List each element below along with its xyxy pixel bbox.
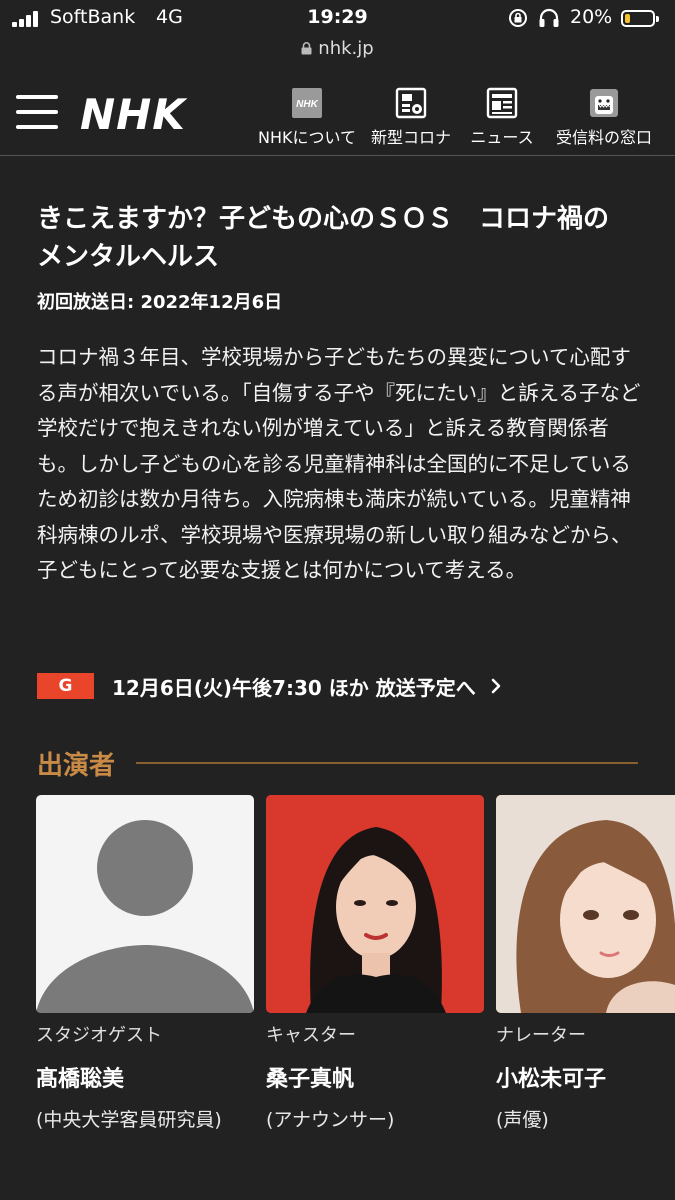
battery-icon bbox=[621, 10, 659, 27]
menu-icon[interactable] bbox=[16, 95, 58, 129]
status-bar: SoftBank 4G 19:29 20% bbox=[0, 0, 675, 38]
nhk-icon: NHK bbox=[292, 88, 322, 118]
cast-role: ナレーター bbox=[496, 1025, 586, 1046]
cast-portrait-image bbox=[496, 795, 675, 1013]
chevron-right-icon bbox=[491, 678, 501, 694]
cast-photo bbox=[266, 795, 484, 1013]
news-icon bbox=[486, 87, 518, 119]
cast-affiliation: (アナウンサー) bbox=[266, 1109, 395, 1131]
svg-text:NHK: NHK bbox=[296, 99, 318, 110]
cast-card[interactable]: スタジオゲスト 髙橋聡美 (中央大学客員研究員) bbox=[36, 795, 254, 1136]
program-title-line-1: きこえますか？子どもの心のＳＯＳ コロナ禍の bbox=[37, 204, 610, 234]
nhk-logo[interactable]: NHK bbox=[80, 90, 186, 139]
cast-role: スタジオゲスト bbox=[36, 1025, 162, 1046]
program-title-line-2: メンタルヘルス bbox=[37, 242, 220, 272]
nav-coronavirus[interactable]: 新型コロナ bbox=[367, 87, 455, 148]
schedule-link[interactable]: G 12月6日(火)午後7:30 ほか 放送予定へ bbox=[37, 670, 502, 702]
site-header: NHK NHK NHKについて 新型コロナ ニュース 受信料の窓口 bbox=[0, 75, 675, 156]
cast-photo-placeholder bbox=[36, 795, 254, 1013]
cast-role: キャスター bbox=[266, 1025, 356, 1046]
person-placeholder-icon bbox=[36, 820, 254, 1013]
program-title: きこえますか？子どもの心のＳＯＳ コロナ禍の メンタルヘルス bbox=[37, 200, 647, 276]
headphones-icon bbox=[539, 8, 559, 27]
cast-card[interactable]: キャスター 桑子真帆 (アナウンサー) bbox=[266, 795, 484, 1136]
cast-name: 小松未可子 bbox=[496, 1067, 607, 1092]
domo-icon bbox=[590, 89, 618, 117]
nav-label: NHKについて bbox=[257, 128, 356, 147]
channel-badge: G bbox=[37, 673, 94, 699]
lock-icon bbox=[301, 42, 312, 55]
url-text: nhk.jp bbox=[318, 38, 374, 59]
rotation-lock-icon bbox=[509, 9, 527, 27]
nav-label: ニュース bbox=[470, 128, 534, 147]
nav-news[interactable]: ニュース bbox=[466, 87, 538, 148]
cast-portrait-image bbox=[266, 795, 484, 1013]
cast-card[interactable]: ナレーター 小松未可子 (声優) bbox=[496, 795, 675, 1136]
first-broadcast-date: 初回放送日: 2022年12月6日 bbox=[37, 292, 283, 313]
battery-percent: 20% bbox=[570, 6, 613, 28]
address-bar[interactable]: nhk.jp bbox=[0, 38, 675, 59]
schedule-text: 12月6日(火)午後7:30 ほか 放送予定へ bbox=[112, 675, 476, 700]
virus-icon bbox=[395, 87, 427, 119]
cast-heading: 出演者 bbox=[37, 751, 116, 781]
cast-affiliation: (中央大学客員研究員) bbox=[36, 1109, 222, 1131]
cast-photo bbox=[496, 795, 675, 1013]
cast-name: 髙橋聡美 bbox=[36, 1067, 125, 1092]
battery-level bbox=[625, 14, 630, 23]
cast-divider bbox=[136, 762, 638, 764]
nav-reception-fee[interactable]: 受信料の窓口 bbox=[548, 87, 660, 148]
nav-label: 新型コロナ bbox=[370, 128, 451, 147]
program-description: コロナ禍３年目、学校現場から子どもたちの異変について心配する声が相次いでいる。「… bbox=[37, 345, 641, 582]
nav-label: 受信料の窓口 bbox=[555, 128, 652, 147]
nav-about-nhk[interactable]: NHK NHKについて bbox=[254, 87, 360, 148]
cast-name: 桑子真帆 bbox=[266, 1067, 355, 1092]
cast-affiliation: (声優) bbox=[496, 1109, 549, 1131]
